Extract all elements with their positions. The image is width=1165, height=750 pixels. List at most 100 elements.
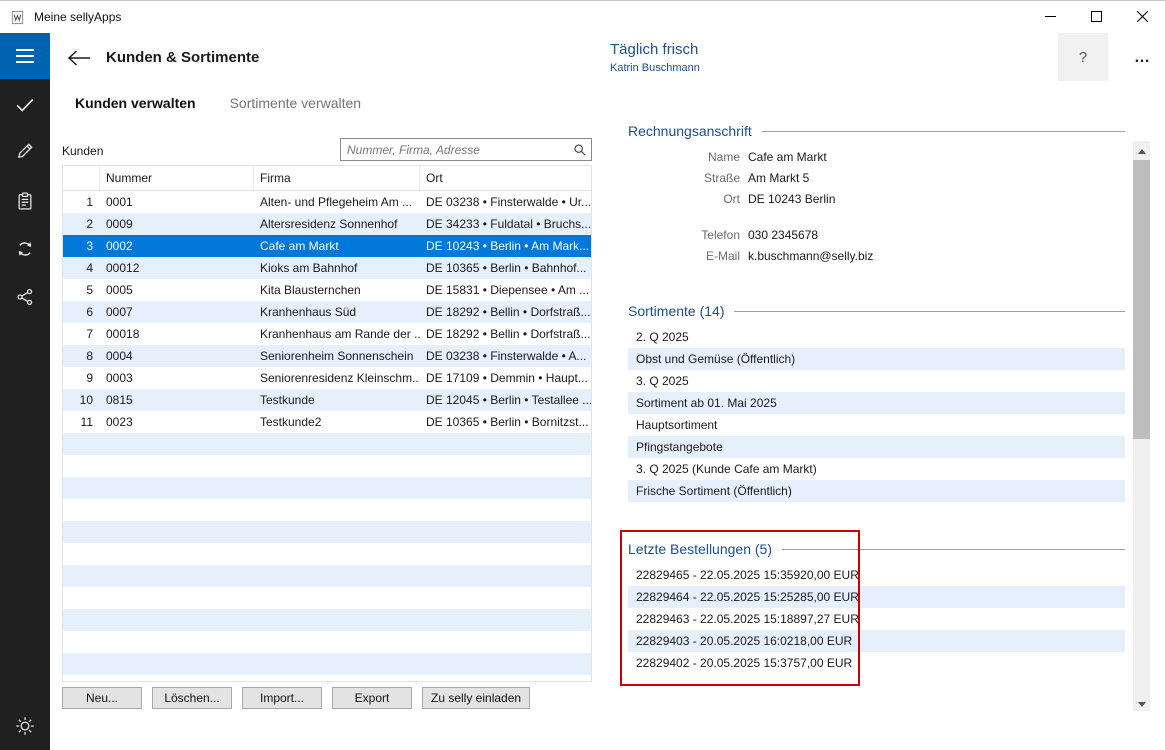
customer-company: Testkunde2 [254, 415, 420, 429]
field-value: Cafe am Markt [748, 150, 827, 164]
tab[interactable]: Kunden verwalten [75, 95, 196, 111]
customer-row[interactable]: 8 0004 Seniorenheim Sonnenschein DE 0323… [63, 345, 591, 367]
sync-icon [14, 238, 36, 263]
customer-number: 0815 [100, 393, 254, 407]
action-button[interactable]: Export [332, 687, 412, 709]
order-row[interactable]: 22829402 - 20.05.2025 15:37 57,00 EUR [628, 652, 1125, 674]
customer-row[interactable]: 3 0002 Cafe am Markt DE 10243 • Berlin •… [63, 235, 591, 257]
order-row[interactable]: 22829463 - 22.05.2025 15:18 897,27 EUR [628, 608, 1125, 630]
maximize-icon [1091, 10, 1102, 25]
customer-company: Kita Blausternchen [254, 283, 420, 297]
column-header-firma[interactable]: Firma [254, 166, 420, 190]
customer-details-pane: Rechnungsanschrift Name Cafe am Markt St… [628, 123, 1125, 728]
address-row: Ort DE 10243 Berlin [628, 188, 1125, 209]
hamburger-menu-button[interactable] [0, 33, 50, 79]
assortment-item[interactable]: Obst und Gemüse (Öffentlich) [628, 348, 1125, 370]
row-index: 9 [63, 371, 100, 385]
field-label: Straße [628, 171, 748, 185]
customer-address: DE 10365 • Berlin • Bahnhof... [420, 261, 591, 275]
minimize-icon [1045, 10, 1056, 25]
scrollbar-thumb[interactable] [1133, 160, 1150, 439]
action-button[interactable]: Löschen... [152, 687, 232, 709]
action-button[interactable]: Neu... [62, 687, 142, 709]
column-header-index[interactable] [63, 166, 100, 190]
order-row[interactable]: 22829403 - 20.05.2025 16:02 18,00 EUR [628, 630, 1125, 652]
customer-company: Altersresidenz Sonnenhof [254, 217, 420, 231]
customer-row[interactable]: 11 0023 Testkunde2 DE 10365 • Berlin • B… [63, 411, 591, 433]
customer-address: DE 12045 • Berlin • Testallee ... [420, 393, 591, 407]
back-button[interactable] [62, 44, 96, 74]
assortment-item[interactable]: 2. Q 2025 [628, 326, 1125, 348]
nav-tasks-button[interactable] [0, 87, 50, 125]
nav-customers-button[interactable] [0, 133, 50, 171]
account-info: Täglich frisch Katrin Buschmann [610, 41, 700, 74]
assortment-item[interactable]: 3. Q 2025 (Kunde Cafe am Markt) [628, 458, 1125, 480]
page-title: Kunden & Sortimente [106, 49, 259, 66]
address-row: E-Mail k.buschmann@selly.biz [628, 245, 1125, 266]
order-row[interactable]: 22829465 - 22.05.2025 15:35 920,00 EUR [628, 564, 1125, 586]
customer-address: DE 17109 • Demmin • Haupt... [420, 371, 591, 385]
nav-orders-button[interactable] [0, 183, 50, 221]
customer-row[interactable]: 6 0007 Kranhenhaus Süd DE 18292 • Bellin… [63, 301, 591, 323]
action-button[interactable]: Import... [242, 687, 322, 709]
customer-row[interactable]: 7 00018 Kranhenhaus am Rande der ... DE … [63, 323, 591, 345]
order-id-date: 22829464 - 22.05.2025 15:25 [636, 590, 793, 604]
customer-address: DE 15831 • Diepensee • Am ... [420, 283, 591, 297]
customer-search [340, 138, 592, 161]
column-header-nummer[interactable]: Nummer [100, 166, 254, 190]
field-value: k.buschmann@selly.biz [748, 249, 873, 263]
search-input[interactable] [341, 143, 569, 157]
scroll-down-icon [1138, 696, 1146, 710]
row-index: 5 [63, 283, 100, 297]
tab[interactable]: Sortimente verwalten [230, 95, 362, 111]
order-amount: 57,00 EUR [793, 656, 852, 670]
row-index: 2 [63, 217, 100, 231]
customer-row[interactable]: 4 00012 Kioks am Bahnhof DE 10365 • Berl… [63, 257, 591, 279]
assortment-item[interactable]: Hauptsortiment [628, 414, 1125, 436]
row-index: 1 [63, 195, 100, 209]
customer-number: 0023 [100, 415, 254, 429]
maximize-button[interactable] [1073, 1, 1119, 33]
customer-address: DE 03238 • Finsterwalde • A... [420, 349, 591, 363]
customer-number: 0003 [100, 371, 254, 385]
more-button[interactable]: … [1126, 43, 1158, 73]
nav-sync-button[interactable] [0, 231, 50, 269]
assortment-item[interactable]: 3. Q 2025 [628, 370, 1125, 392]
customer-company: Seniorenresidenz Kleinschm... [254, 371, 420, 385]
field-value: DE 10243 Berlin [748, 192, 835, 206]
row-index: 6 [63, 305, 100, 319]
column-header-ort[interactable]: Ort [420, 166, 591, 190]
app-icon [10, 9, 26, 25]
window-controls [1027, 1, 1165, 33]
minimize-button[interactable] [1027, 1, 1073, 33]
help-button[interactable]: ? [1058, 33, 1108, 81]
row-index: 3 [63, 239, 100, 253]
assortment-item[interactable]: Frische Sortiment (Öffentlich) [628, 480, 1125, 502]
customer-row[interactable]: 1 0001 Alten- und Pflegeheim Am ... DE 0… [63, 191, 591, 213]
scrollbar-up-button[interactable] [1133, 141, 1150, 158]
assortment-item[interactable]: Sortiment ab 01. Mai 2025 [628, 392, 1125, 414]
close-button[interactable] [1119, 1, 1165, 33]
customer-row[interactable]: 5 0005 Kita Blausternchen DE 15831 • Die… [63, 279, 591, 301]
pen-icon [15, 141, 35, 164]
scrollbar-down-button[interactable] [1133, 694, 1150, 711]
search-icon[interactable] [569, 143, 591, 157]
nav-share-button[interactable] [0, 279, 50, 317]
action-button[interactable]: Zu selly einladen [422, 687, 530, 709]
row-index: 7 [63, 327, 100, 341]
customer-address: DE 10365 • Berlin • Bornitzst... [420, 415, 591, 429]
back-arrow-icon [67, 49, 91, 70]
order-row[interactable]: 22829464 - 22.05.2025 15:25 285,00 EUR [628, 586, 1125, 608]
scroll-up-icon [1138, 143, 1146, 157]
order-amount: 897,27 EUR [793, 612, 858, 626]
field-label: Name [628, 150, 748, 164]
close-icon [1137, 10, 1148, 25]
vertical-scrollbar[interactable] [1133, 141, 1150, 711]
customer-row[interactable]: 2 0009 Altersresidenz Sonnenhof DE 34233… [63, 213, 591, 235]
assortment-item[interactable]: Pfingstangebote [628, 436, 1125, 458]
order-id-date: 22829465 - 22.05.2025 15:35 [636, 568, 793, 582]
customer-row[interactable]: 9 0003 Seniorenresidenz Kleinschm... DE … [63, 367, 591, 389]
customer-row[interactable]: 10 0815 Testkunde DE 12045 • Berlin • Te… [63, 389, 591, 411]
settings-button[interactable] [0, 708, 50, 746]
sidebar [0, 33, 50, 750]
